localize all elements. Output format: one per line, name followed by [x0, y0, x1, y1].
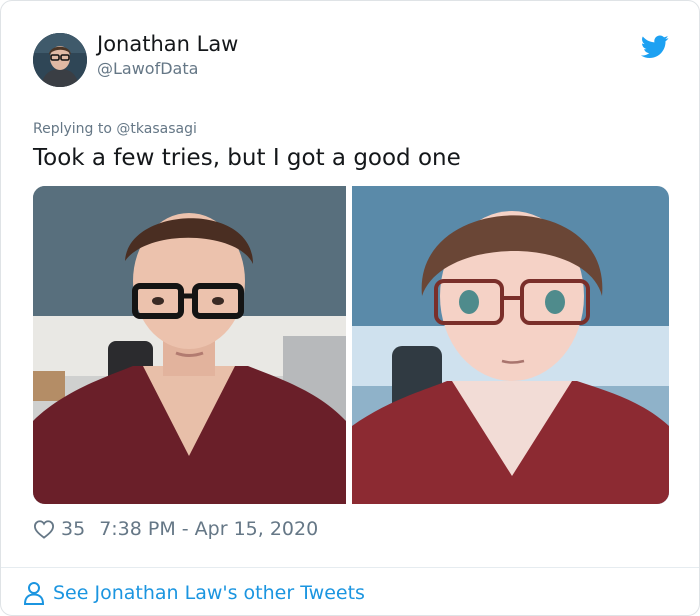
- other-tweets-link[interactable]: See Jonathan Law's other Tweets: [23, 579, 365, 607]
- author-name[interactable]: Jonathan Law: [97, 32, 238, 56]
- photo-right[interactable]: [352, 186, 669, 504]
- tweet-meta: 35 7:38 PM - Apr 15, 2020: [33, 515, 318, 543]
- person-icon: [23, 582, 45, 605]
- tweet-media[interactable]: [33, 186, 669, 504]
- like-count[interactable]: 35: [61, 518, 85, 540]
- replying-to-line: Replying to @tkasasagi: [33, 121, 197, 137]
- twitter-bird-icon[interactable]: [641, 35, 669, 59]
- tweet-timestamp[interactable]: 7:38 PM - Apr 15, 2020: [99, 518, 318, 540]
- author-handle[interactable]: @LawofData: [97, 59, 198, 78]
- photo-left[interactable]: [33, 186, 346, 504]
- replying-to-link[interactable]: @tkasasagi: [116, 121, 196, 137]
- replying-prefix: Replying to: [33, 121, 117, 137]
- divider: [1, 567, 699, 568]
- heart-icon[interactable]: [33, 519, 55, 539]
- author-avatar[interactable]: [33, 33, 87, 87]
- tweet-card: Jonathan Law @LawofData Replying to @tka…: [0, 0, 700, 616]
- tweet-text: Took a few tries, but I got a good one: [33, 145, 461, 171]
- other-tweets-label[interactable]: See Jonathan Law's other Tweets: [53, 582, 365, 604]
